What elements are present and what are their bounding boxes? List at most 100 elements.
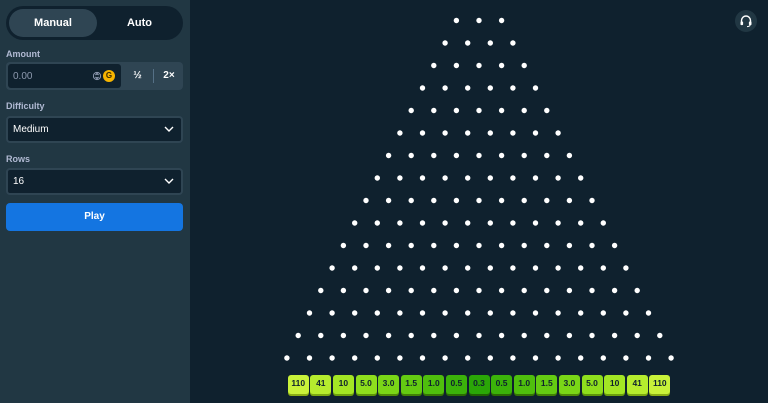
peg (623, 310, 629, 316)
peg (453, 332, 460, 339)
peg (397, 220, 403, 226)
peg (566, 332, 573, 339)
peg (374, 220, 380, 226)
spinner-arrows-icon[interactable] (93, 70, 101, 82)
peg (476, 242, 482, 249)
peg (510, 40, 516, 46)
peg (476, 62, 482, 69)
peg (419, 175, 426, 181)
peg (566, 242, 573, 249)
peg (431, 287, 437, 294)
peg (645, 355, 652, 361)
peg (532, 175, 539, 181)
rows-label: Rows (6, 154, 31, 164)
peg (419, 130, 426, 136)
peg (442, 175, 448, 181)
difficulty-select[interactable]: Medium (6, 116, 183, 143)
peg (544, 107, 550, 114)
peg (600, 355, 606, 361)
peg (363, 242, 369, 249)
peg-field (284, 17, 674, 361)
peg (498, 107, 505, 114)
peg (431, 152, 437, 159)
half-button[interactable]: ½ (123, 64, 152, 88)
amount-input[interactable] (8, 64, 90, 88)
double-button[interactable]: 2× (155, 64, 183, 88)
peg (521, 287, 527, 294)
peg (465, 175, 471, 181)
multiplier-bucket: 0.3 (468, 375, 490, 394)
peg (566, 287, 573, 294)
peg (668, 355, 674, 361)
peg (408, 197, 414, 204)
tab-auto[interactable]: Auto (99, 9, 180, 37)
peg (600, 220, 606, 226)
peg (498, 332, 505, 339)
peg (465, 220, 471, 226)
peg (419, 310, 426, 316)
peg (521, 332, 527, 339)
amount-label: Amount (6, 49, 40, 59)
multiplier-bucket: 0.5 (491, 375, 513, 394)
multiplier-bucket: 0.5 (445, 375, 467, 394)
multiplier-bucket: 41 (626, 375, 648, 394)
peg (352, 265, 358, 271)
peg (284, 355, 290, 361)
peg (521, 152, 527, 159)
peg (611, 287, 618, 294)
peg (397, 130, 403, 136)
chevron-down-icon (164, 126, 174, 132)
bet-sidebar: Manual Auto Amount G ½ 2× Difficulty Med… (0, 0, 190, 403)
peg (510, 355, 516, 361)
multiplier-bucket: 3.0 (378, 375, 400, 394)
peg (532, 310, 539, 316)
peg (374, 310, 380, 316)
peg (453, 287, 460, 294)
multiplier-bucket: 10 (604, 375, 626, 394)
peg (589, 332, 595, 339)
button-divider (153, 69, 154, 83)
peg (487, 85, 493, 91)
rows-select[interactable]: 16 (6, 168, 183, 195)
multiplier-bucket: 110 (287, 375, 309, 394)
peg (589, 242, 595, 249)
peg (442, 130, 448, 136)
play-button[interactable]: Play (6, 203, 183, 231)
peg (589, 197, 595, 204)
peg (431, 242, 437, 249)
peg (453, 152, 460, 159)
peg (645, 310, 652, 316)
peg (385, 242, 392, 249)
peg (555, 220, 561, 226)
difficulty-value: Medium (13, 124, 49, 135)
peg (352, 310, 358, 316)
peg (487, 355, 493, 361)
tab-manual[interactable]: Manual (9, 9, 97, 37)
peg (487, 130, 493, 136)
peg (476, 17, 482, 24)
headset-button[interactable] (735, 10, 757, 32)
peg (634, 287, 640, 294)
peg (521, 197, 527, 204)
peg (385, 332, 392, 339)
peg (611, 332, 618, 339)
peg (498, 287, 505, 294)
rows-value: 16 (13, 176, 25, 187)
peg (408, 107, 414, 114)
peg (510, 130, 516, 136)
peg (431, 197, 437, 204)
peg (578, 355, 584, 361)
peg (453, 17, 460, 24)
peg (510, 220, 516, 226)
peg (521, 242, 527, 249)
peg (442, 355, 448, 361)
peg (465, 310, 471, 316)
peg (442, 265, 448, 271)
peg (374, 265, 380, 271)
multiplier-bucket: 3.0 (558, 375, 580, 394)
peg (544, 332, 550, 339)
multiplier-bucket: 5.0 (355, 375, 377, 394)
peg (510, 175, 516, 181)
peg (521, 107, 527, 114)
peg (623, 265, 629, 271)
